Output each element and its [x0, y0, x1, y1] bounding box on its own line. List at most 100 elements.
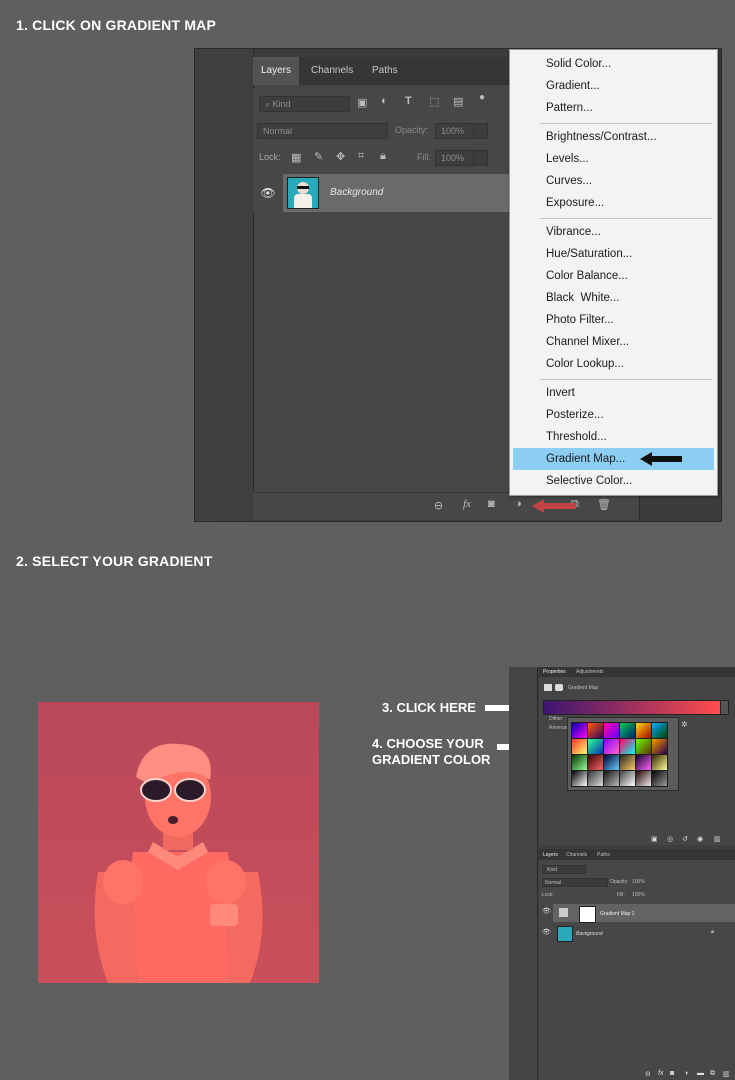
gradient-swatch[interactable] [619, 722, 636, 739]
visibility-eye-icon[interactable]: 👁︎ [542, 928, 551, 936]
link-layers-icon[interactable]: ⊖ [434, 499, 443, 512]
gradient-swatch[interactable] [619, 770, 636, 787]
gradient-swatch[interactable] [603, 722, 620, 739]
fill-field[interactable]: 100% [435, 150, 476, 166]
visibility-eye-icon[interactable]: 👁︎ [258, 183, 278, 203]
tab-channels[interactable]: Channels [303, 57, 361, 85]
gradient-swatch[interactable] [603, 754, 620, 771]
view-previous-icon[interactable]: ◎ [667, 835, 673, 843]
tab-paths[interactable]: Paths [364, 57, 406, 85]
gradient-swatch[interactable] [603, 770, 620, 787]
menu-item-brightness-contrast[interactable]: Brightness/Contrast... [510, 126, 717, 148]
visibility-icon[interactable]: ◉ [697, 835, 703, 843]
fx-icon[interactable]: fx [658, 1070, 663, 1077]
menu-item-pattern[interactable]: Pattern... [510, 97, 717, 119]
link-layers-icon[interactable]: ⊖ [645, 1070, 651, 1078]
add-mask-icon[interactable]: ◙ [488, 498, 495, 510]
gradient-swatch[interactable] [587, 738, 604, 755]
gradient-bar[interactable] [543, 700, 721, 715]
gradient-swatch[interactable] [635, 722, 652, 739]
menu-item-posterize[interactable]: Posterize... [510, 404, 717, 426]
group-icon[interactable]: ▬ [697, 1070, 704, 1077]
menu-item-selective-color[interactable]: Selective Color... [510, 470, 717, 492]
menu-item-channel-mixer[interactable]: Channel Mixer... [510, 331, 717, 353]
gear-icon[interactable]: ✲ [681, 720, 688, 729]
gradient-swatch[interactable] [587, 754, 604, 771]
blend-mode-select[interactable]: Normal [257, 123, 388, 139]
menu-item-color-balance[interactable]: Color Balance... [510, 265, 717, 287]
new-layer-icon[interactable]: ⧉ [710, 1070, 715, 1078]
gradient-swatch[interactable] [587, 722, 604, 739]
gradient-swatch[interactable] [571, 770, 588, 787]
visibility-eye-icon[interactable]: 👁︎ [542, 907, 551, 915]
lock-all-icon[interactable]: 🔒︎ [380, 150, 386, 163]
dither-option[interactable]: Dither [549, 716, 562, 722]
lock-artboard-icon[interactable]: ⌗ [358, 150, 364, 163]
gradient-swatch[interactable] [635, 754, 652, 771]
tab-paths[interactable]: Paths [597, 852, 610, 858]
gradient-swatch[interactable] [603, 738, 620, 755]
lock-brush-icon[interactable]: ✎ [314, 150, 323, 163]
menu-item-gradient[interactable]: Gradient... [510, 75, 717, 97]
opacity-value-small[interactable]: 100% [632, 879, 645, 885]
kind-filter-small[interactable]: Kind [542, 865, 586, 874]
lock-move-icon[interactable]: ✥ [336, 150, 345, 163]
tab-adjustments[interactable]: Adjustments [576, 669, 604, 675]
menu-item-invert[interactable]: Invert [510, 382, 717, 404]
fx-icon[interactable]: fx [463, 498, 471, 510]
smart-object-filter-icon[interactable]: ▤ [453, 95, 463, 108]
menu-item-solid-color[interactable]: Solid Color... [510, 53, 717, 75]
tab-layers[interactable]: Layers [253, 57, 300, 85]
trash-icon[interactable]: 🗑︎ [597, 498, 611, 511]
opacity-field[interactable]: 100% [435, 123, 476, 139]
menu-item-black-white[interactable]: Black White... [510, 287, 717, 309]
menu-item-photo-filter[interactable]: Photo Filter... [510, 309, 717, 331]
reset-icon[interactable]: ↺ [682, 835, 688, 843]
lock-transparent-icon[interactable]: ▦ [291, 151, 301, 164]
step-1-title: 1. CLICK ON GRADIENT MAP [16, 17, 217, 33]
gradient-swatch[interactable] [651, 754, 668, 771]
add-mask-icon[interactable]: ◙ [670, 1070, 674, 1077]
type-filter-icon[interactable]: T [405, 95, 412, 107]
blend-mode-select-small[interactable]: Normal [542, 878, 608, 887]
pixel-filter-icon[interactable]: ▣ [357, 96, 367, 109]
tab-layers[interactable]: Layers [543, 852, 558, 858]
gradient-dropdown-button[interactable] [720, 700, 729, 715]
adjustment-filter-icon[interactable]: ◐ [381, 95, 388, 107]
gradient-swatch[interactable] [635, 738, 652, 755]
tab-channels[interactable]: Channels [566, 852, 587, 858]
reverse-option[interactable]: Reverse [549, 725, 568, 731]
trash-icon[interactable]: ▥ [723, 1070, 730, 1078]
adjustment-layer-icon[interactable]: ◑ [684, 1070, 688, 1077]
adjustment-layer-icon[interactable]: ◑ [515, 498, 522, 510]
menu-item-exposure[interactable]: Exposure... [510, 192, 717, 214]
gradient-swatch[interactable] [571, 722, 588, 739]
gradient-swatch[interactable] [651, 722, 668, 739]
gradient-map-result-photo [38, 702, 319, 983]
gradient-swatch[interactable] [619, 754, 636, 771]
menu-item-curves[interactable]: Curves... [510, 170, 717, 192]
clip-icon[interactable]: ▣ [651, 835, 658, 843]
gradient-swatch[interactable] [619, 738, 636, 755]
fill-dropdown[interactable] [473, 150, 488, 166]
trash-icon[interactable]: ▥ [714, 835, 721, 843]
opacity-dropdown[interactable] [473, 123, 488, 139]
gradient-swatch[interactable] [651, 770, 668, 787]
menu-item-levels[interactable]: Levels... [510, 148, 717, 170]
kind-filter[interactable]: ⌕ Kind [259, 96, 350, 112]
gradient-swatch[interactable] [571, 738, 588, 755]
menu-item-threshold[interactable]: Threshold... [510, 426, 717, 448]
menu-item-hue-saturation[interactable]: Hue/Saturation... [510, 243, 717, 265]
tab-properties[interactable]: Properties [543, 669, 566, 675]
gradient-swatch[interactable] [635, 770, 652, 787]
layer-background[interactable] [283, 174, 523, 212]
gradient-swatch[interactable] [587, 770, 604, 787]
gradient-swatch[interactable] [651, 738, 668, 755]
shape-filter-icon[interactable]: ⬚ [429, 95, 439, 108]
menu-item-color-lookup[interactable]: Color Lookup... [510, 353, 717, 375]
layers-bottom-bar-small: ⊖ fx ◙ ◑ ▬ ⧉ ▥ [539, 1070, 735, 1080]
fill-value-small[interactable]: 100% [632, 892, 645, 898]
menu-item-vibrance[interactable]: Vibrance... [510, 221, 717, 243]
filter-toggle-icon[interactable]: ● [479, 92, 485, 103]
gradient-swatch[interactable] [571, 754, 588, 771]
